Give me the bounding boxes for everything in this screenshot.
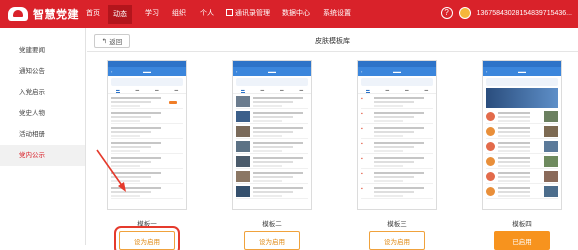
nav-organization[interactable]: 组织 <box>172 9 186 19</box>
enable-template-button[interactable]: 设为启用 <box>114 226 180 250</box>
nav-data-center[interactable]: 数据中心 <box>282 9 310 19</box>
nav-dynamics[interactable]: 动态 <box>108 5 132 24</box>
template-enabled-button[interactable]: 已启用 <box>494 231 550 250</box>
enable-template-button[interactable]: 设为启用 <box>244 231 300 250</box>
help-icon[interactable]: ? <box>440 7 453 19</box>
template-name: 模板四 <box>512 221 532 228</box>
template-preview[interactable]: ‹ ▬▬ ▬ ▬ ▬ ▬ ▪ ▪ ▪ ▪ ▪ ▪ ▪ <box>357 60 437 210</box>
contacts-icon <box>226 9 233 16</box>
app-logo[interactable]: 智慧党建 <box>8 6 79 22</box>
nav-personal[interactable]: 个人 <box>200 9 214 19</box>
app-title: 智慧党建 <box>33 9 79 21</box>
enable-template-button[interactable]: 设为启用 <box>369 231 425 250</box>
template-preview[interactable]: ‹ ▬▬ ▬ ▬ ▬ ▬ <box>107 60 187 210</box>
template-name: 模板二 <box>262 221 282 228</box>
template-preview[interactable]: ‹ ▬▬ <box>482 60 562 210</box>
nav-contacts-label: 通讯录管理 <box>235 10 270 17</box>
sidebar-item-publicity[interactable]: 党内公示 <box>0 145 85 166</box>
party-logo-icon <box>8 7 28 21</box>
account-area: ? 13675843028154839715436... <box>440 7 572 19</box>
nav-settings[interactable]: 系统设置 <box>323 9 351 19</box>
avatar[interactable] <box>458 7 471 19</box>
template-name: 模板一 <box>137 221 157 228</box>
nav-study[interactable]: 学习 <box>145 9 159 19</box>
sidebar-item-join-party[interactable]: 入党启示 <box>0 82 85 103</box>
nav-home[interactable]: 首页 <box>86 9 100 19</box>
template-preview[interactable]: ‹ ▬▬ ▬ ▬ ▬ ▬ <box>232 60 312 210</box>
sidebar-item-history-figures[interactable]: 党史人物 <box>0 103 85 124</box>
sidebar: 党建要闻 通知公告 入党启示 党史人物 活动相册 党内公示 <box>0 28 86 245</box>
page-title: 皮肤模板库 <box>315 38 350 45</box>
sidebar-item-album[interactable]: 活动相册 <box>0 124 85 145</box>
nav-contacts[interactable]: 通讯录管理 <box>226 9 270 19</box>
top-navbar: 智慧党建 首页 动态 学习 组织 个人 通讯录管理 数据中心 系统设置 ? 13… <box>0 0 578 28</box>
sidebar-item-notices[interactable]: 通知公告 <box>0 61 85 82</box>
sidebar-item-news[interactable]: 党建要闻 <box>0 40 85 61</box>
template-name: 模板三 <box>387 221 407 228</box>
account-name[interactable]: 13675843028154839715436... <box>477 10 572 17</box>
main-content: ↰ 返回 皮肤模板库 ‹ ▬▬ ▬ ▬ ▬ ▬ 模板一 设为启用 ‹ ▬▬ ▬ ▬ ▬ ▬ <box>87 28 578 250</box>
content-header: ↰ 返回 皮肤模板库 <box>87 28 578 52</box>
